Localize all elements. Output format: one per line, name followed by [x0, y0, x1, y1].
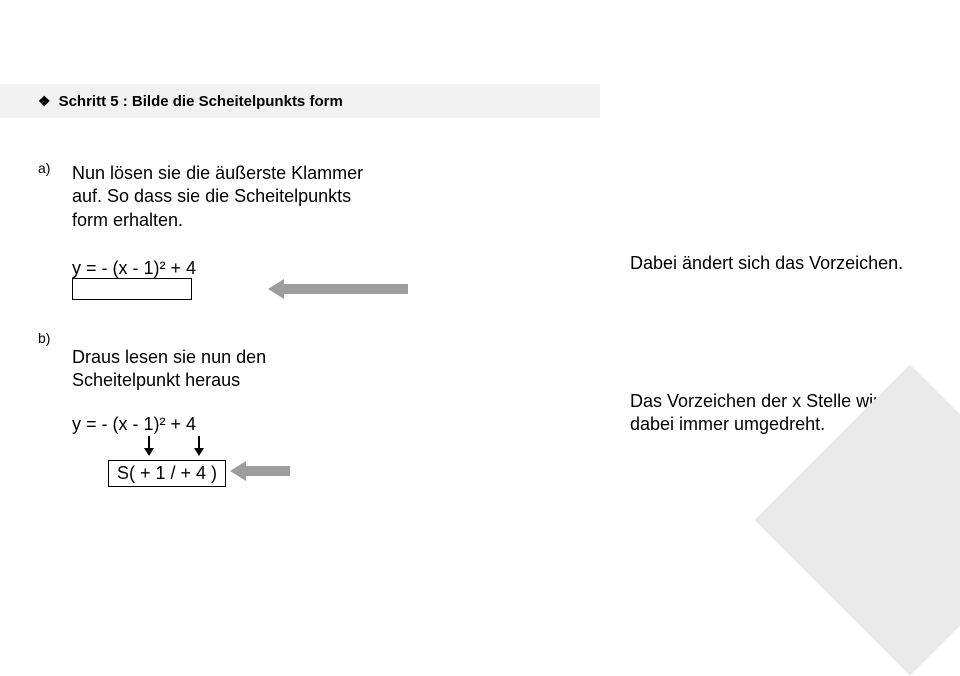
empty-box-a: [72, 278, 192, 300]
step-title: Schritt 5 : Bilde die Scheitelpunkts for…: [59, 93, 343, 110]
paragraph-a: Nun lösen sie die äußerste Klammer auf. …: [72, 162, 372, 232]
step-header: ❖ Schritt 5 : Bilde die Scheitelpunkts f…: [0, 84, 600, 118]
arrow-left-icon: [230, 461, 290, 481]
arrow-down-icon: [194, 436, 204, 458]
label-b: b): [38, 330, 50, 346]
equation-b: y = - (x - 1)² + 4: [72, 414, 196, 435]
paragraph-b: Draus lesen sie nun den Scheitelpunkt he…: [72, 346, 372, 393]
bullet-icon: ❖: [38, 93, 51, 110]
arrow-left-icon: [268, 279, 408, 299]
equation-a: y = - (x - 1)² + 4: [72, 258, 196, 279]
label-a: a): [38, 160, 50, 176]
note-a: Dabei ändert sich das Vorzeichen.: [630, 252, 910, 275]
result-box: S( + 1 / + 4 ): [108, 460, 226, 487]
arrow-down-icon: [144, 436, 154, 458]
